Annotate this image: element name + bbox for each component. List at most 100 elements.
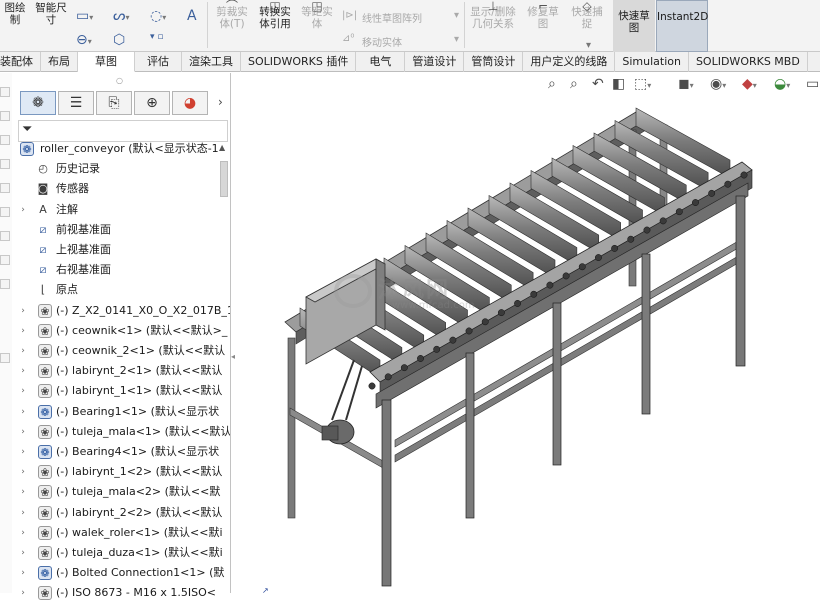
filter-icon[interactable]: ⏷ bbox=[22, 122, 32, 137]
expand-arrow-icon[interactable]: › bbox=[18, 381, 28, 401]
strip-icon[interactable] bbox=[0, 255, 10, 265]
tab-electrical[interactable]: 电气 bbox=[356, 52, 406, 72]
tab-evaluate[interactable]: 评估 bbox=[135, 52, 182, 72]
expand-arrow-icon[interactable]: › bbox=[18, 503, 28, 523]
tab-layout[interactable]: 布局 bbox=[41, 52, 78, 72]
scroll-thumb[interactable] bbox=[220, 161, 228, 197]
configuration-manager-tab-icon[interactable]: ⎘ bbox=[96, 91, 132, 115]
view-settings-icon[interactable]: ▭ bbox=[806, 76, 819, 92]
tree-item[interactable]: › ❀ (-) walek_roler<1> (默认<<默i bbox=[12, 523, 230, 543]
rectangle-icon[interactable]: ▭▾ bbox=[76, 8, 93, 24]
expand-arrow-icon[interactable]: › bbox=[18, 341, 28, 361]
tab-sketch[interactable]: 草图 bbox=[78, 52, 135, 72]
feature-manager-tab-icon[interactable]: ❁ bbox=[20, 91, 56, 115]
property-manager-tab-icon[interactable]: ☰ bbox=[58, 91, 94, 115]
expand-arrow-icon[interactable]: › bbox=[18, 543, 28, 563]
trim-button[interactable]: ⌒ 剪裁实 体(T) bbox=[212, 0, 252, 30]
tree-item[interactable]: › ❁ (-) Bolted Connection1<1> (默 bbox=[12, 563, 230, 583]
polygon-icon[interactable]: ⬡ bbox=[113, 32, 125, 48]
panel-grip-icon[interactable]: ○ bbox=[116, 76, 123, 85]
tab-simulation[interactable]: Simulation bbox=[615, 52, 689, 72]
tab-render-tools[interactable]: 渲染工具 bbox=[182, 52, 241, 72]
rapid-sketch-button[interactable]: 快速草 图 bbox=[613, 0, 655, 52]
tab-solidworks-mbd[interactable]: SOLIDWORKS MBD bbox=[689, 52, 808, 72]
partial-draw-button[interactable]: 图绘 制 bbox=[0, 2, 30, 26]
dimxpert-tab-icon[interactable]: ⊕ bbox=[134, 91, 170, 115]
tree-item[interactable]: › ❀ (-) labirynt_1<2> (默认<<默认 bbox=[12, 462, 230, 482]
strip-icon[interactable] bbox=[0, 207, 10, 217]
panel-splitter-icon[interactable]: ◂ bbox=[231, 352, 237, 368]
move-icon[interactable]: ⊿⁰ bbox=[342, 33, 354, 44]
expand-arrow-icon[interactable]: › bbox=[18, 301, 28, 321]
expand-arrow-icon[interactable]: › bbox=[18, 402, 28, 422]
scroll-up-icon[interactable]: ▲ bbox=[219, 143, 225, 152]
tree-item[interactable]: › ❀ (-) labirynt_2<2> (默认<<默认 bbox=[12, 503, 230, 523]
convert-entities-button[interactable]: ◫ 转换实 体引用 bbox=[254, 0, 296, 30]
expand-arrow-icon[interactable]: › bbox=[18, 563, 28, 583]
tree-item[interactable]: ⌊ 原点 bbox=[12, 280, 230, 300]
tree-item[interactable]: › ❁ (-) Bearing4<1> (默认<显示状 bbox=[12, 442, 230, 462]
display-style-icon[interactable]: ◼▾ bbox=[678, 76, 694, 92]
repair-sketch-button[interactable]: ⌐ 修复草 图 bbox=[523, 0, 563, 30]
quick-snaps-dropdown-icon[interactable]: ▾ bbox=[586, 40, 591, 51]
tree-item[interactable]: › ❀ (-) labirynt_2<1> (默认<<默认 bbox=[12, 361, 230, 381]
move-entities-button[interactable]: 移动实体 bbox=[362, 34, 402, 49]
quick-snaps-button[interactable]: ◇ 快速捕 捉 bbox=[567, 0, 607, 30]
tree-item[interactable]: › ❀ (-) tuleja_mala<2> (默认<<默 bbox=[12, 482, 230, 502]
tab-solidworks-addins[interactable]: SOLIDWORKS 插件 bbox=[241, 52, 357, 72]
expand-arrow-icon[interactable]: › bbox=[18, 523, 28, 543]
strip-icon[interactable] bbox=[0, 111, 10, 121]
previous-view-icon[interactable]: ↶ bbox=[592, 76, 604, 92]
strip-icon[interactable] bbox=[0, 353, 10, 363]
tab-user-routes[interactable]: 用户定义的线路 bbox=[523, 52, 616, 72]
conveyor-model[interactable] bbox=[238, 73, 820, 593]
tree-item[interactable]: ❁ roller_conveyor (默认<显示状态-1 bbox=[12, 139, 230, 159]
edit-appearance-icon[interactable]: ◆▾ bbox=[742, 76, 757, 92]
tree-item[interactable]: › ❀ (-) tuleja_duza<1> (默认<<默i bbox=[12, 543, 230, 563]
expand-arrow-icon[interactable]: › bbox=[18, 361, 28, 381]
strip-icon[interactable] bbox=[0, 159, 10, 169]
instant2d-button[interactable]: Instant2D bbox=[656, 0, 708, 52]
strip-icon[interactable] bbox=[0, 87, 10, 97]
tree-scrollbar[interactable]: ▲ bbox=[219, 73, 229, 593]
spline-icon[interactable]: ᔕ▾ bbox=[113, 8, 130, 24]
slot-icon[interactable]: ⊖▾ bbox=[76, 32, 92, 48]
text-icon[interactable]: A bbox=[187, 8, 197, 24]
tree-item[interactable]: ⧄ 右视基准面 bbox=[12, 260, 230, 280]
zoom-to-area-icon[interactable]: ⌕ bbox=[570, 76, 578, 92]
tree-item[interactable]: › ❀ (-) labirynt_1<1> (默认<<默认 bbox=[12, 381, 230, 401]
ellipse-icon[interactable]: ◌▾ bbox=[150, 8, 166, 24]
tree-item[interactable]: › ❁ (-) Bearing1<1> (默认<显示状 bbox=[12, 402, 230, 422]
tab-tubing[interactable]: 管筒设计 bbox=[464, 52, 524, 72]
tree-item[interactable]: ◙ 传感器 bbox=[12, 179, 230, 199]
expand-arrow-icon[interactable]: › bbox=[18, 321, 28, 341]
expand-arrow-icon[interactable]: › bbox=[18, 422, 28, 442]
expand-arrow-icon[interactable]: › bbox=[18, 442, 28, 462]
display-relations-button[interactable]: ⊥ 显示/删除 几何关系 bbox=[467, 0, 519, 30]
linear-pattern-button[interactable]: 线性草图阵列 bbox=[362, 10, 422, 25]
tree-item[interactable]: › ❀ (-) ceownik<1> (默认<<默认>_ bbox=[12, 321, 230, 341]
hide-show-items-icon[interactable]: ◉▾ bbox=[710, 76, 726, 92]
expand-arrow-icon[interactable]: › bbox=[18, 462, 28, 482]
tab-assembly[interactable]: 装配体 bbox=[0, 52, 41, 72]
tree-item[interactable]: › ❀ (-) tuleja_mala<1> (默认<<默认 bbox=[12, 422, 230, 442]
strip-icon[interactable] bbox=[0, 135, 10, 145]
point-icon[interactable]: ▾ ▫ bbox=[150, 32, 163, 42]
tree-item[interactable]: › ❀ (-) ISO 8673 - M16 x 1.5ISO< bbox=[12, 583, 230, 603]
tab-piping[interactable]: 管道设计 bbox=[405, 52, 465, 72]
view-orientation-icon[interactable]: ⬚▾ bbox=[634, 76, 651, 92]
expand-arrow-icon[interactable]: › bbox=[18, 200, 28, 220]
expand-arrow-icon[interactable]: › bbox=[18, 482, 28, 502]
strip-icon[interactable] bbox=[0, 183, 10, 193]
strip-icon[interactable] bbox=[0, 279, 10, 289]
mirror-icon[interactable]: |⊳| bbox=[342, 10, 357, 21]
strip-icon[interactable] bbox=[0, 231, 10, 241]
apply-scene-icon[interactable]: ◒▾ bbox=[774, 76, 790, 92]
pattern-dropdown-icon[interactable]: ▾ bbox=[454, 10, 459, 21]
move-dropdown-icon[interactable]: ▾ bbox=[454, 34, 459, 45]
tree-item[interactable]: › ❀ (-) ceownik_2<1> (默认<<默认 bbox=[12, 341, 230, 361]
graphics-area[interactable]: 沐风网 www.mfcad.com bbox=[238, 73, 820, 593]
offset-entities-button[interactable]: ◳ 等距实 体 bbox=[298, 0, 336, 30]
expand-arrow-icon[interactable]: › bbox=[18, 583, 28, 603]
tree-item[interactable]: › A 注解 bbox=[12, 200, 230, 220]
